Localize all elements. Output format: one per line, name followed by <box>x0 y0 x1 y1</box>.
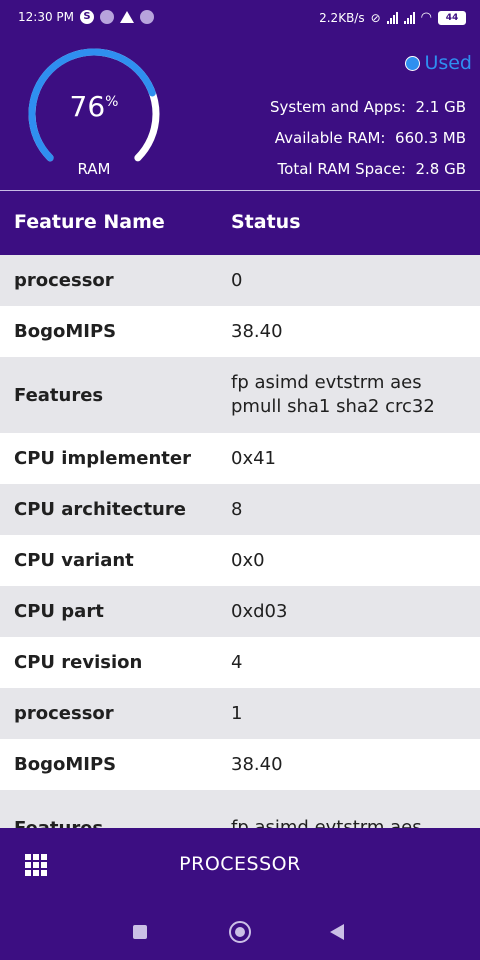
table-row: CPU part 0xd03 <box>0 586 480 637</box>
signal-icon <box>403 11 415 24</box>
clock: 12:30 PM <box>18 10 74 24</box>
table-row: processor 0 <box>0 255 480 306</box>
back-icon[interactable] <box>330 924 344 940</box>
feature-status: 0x41 <box>231 447 277 469</box>
feature-name-header: Feature Name <box>14 211 165 233</box>
notification-dot-icon <box>140 10 154 24</box>
battery-icon: 44 <box>438 10 466 25</box>
feature-status: fp asimd evtstrm aes <box>231 817 422 828</box>
feature-status: 0x0 <box>231 549 265 571</box>
network-speed: 2.2KB/s <box>319 10 365 25</box>
wifi-icon: ◠ <box>420 10 432 25</box>
feature-name: processor <box>14 703 114 724</box>
table-row: Features fp asimd evtstrm aes pmull sha1 … <box>0 357 480 433</box>
feature-status: 38.40 <box>231 753 283 775</box>
status-header: Status <box>231 211 301 233</box>
table-row: BogoMIPS 38.40 <box>0 739 480 790</box>
recents-icon[interactable] <box>133 925 147 939</box>
feature-status: 38.40 <box>231 320 283 342</box>
ram-stats: System and Apps: 2.1 GB Available RAM: 6… <box>270 92 466 185</box>
used-legend-label: Used <box>424 52 472 74</box>
feature-name: BogoMIPS <box>14 754 117 775</box>
feature-name: CPU implementer <box>14 448 191 469</box>
table-row: CPU implementer 0x41 <box>0 433 480 484</box>
status-bar: 12:30 PM S 2.2KB/s ⊘ ◠ 44 <box>0 0 480 36</box>
ram-percent: 76% <box>69 90 119 123</box>
feature-name: CPU part <box>14 601 104 622</box>
feature-name: processor <box>14 270 114 291</box>
feature-status: 0 <box>231 269 243 291</box>
table-row: Features fp asimd evtstrm aes <box>0 790 480 828</box>
feature-name: CPU architecture <box>14 499 186 520</box>
section-title: PROCESSOR <box>179 853 301 875</box>
table-row: processor 1 <box>0 688 480 739</box>
signal-icon <box>386 11 398 24</box>
table-row: CPU architecture 8 <box>0 484 480 535</box>
feature-status: fp asimd evtstrm aes pmull sha1 sha2 crc… <box>231 372 435 417</box>
skype-icon: S <box>80 10 94 24</box>
system-apps-stat: System and Apps: 2.1 GB <box>270 98 466 116</box>
table-row: CPU revision 4 <box>0 637 480 688</box>
system-nav-bar <box>0 902 480 960</box>
used-legend-dot <box>405 55 421 71</box>
notification-dot-icon <box>100 10 114 24</box>
feature-name: Features <box>14 817 104 829</box>
ram-summary: 76% RAM Used System and Apps: 2.1 GB Ava… <box>0 36 480 190</box>
table-header: Feature Name Status <box>0 191 480 255</box>
feature-list[interactable]: processor 0 BogoMIPS 38.40 Features fp asimd … <box>0 255 480 828</box>
feature-name: Features <box>14 384 104 406</box>
ram-label: RAM <box>77 160 111 178</box>
alarm-off-icon: ⊘ <box>370 10 381 25</box>
total-ram-stat: Total RAM Space: 2.8 GB <box>277 160 466 178</box>
feature-status: 1 <box>231 702 243 724</box>
used-legend: Used <box>405 52 472 74</box>
table-row: CPU variant 0x0 <box>0 535 480 586</box>
home-icon[interactable] <box>229 921 251 943</box>
feature-status: 4 <box>231 651 243 673</box>
available-ram-stat: Available RAM: 660.3 MB <box>274 129 466 147</box>
ram-gauge: 76% RAM <box>24 44 164 184</box>
feature-name: CPU variant <box>14 550 134 571</box>
feature-name: CPU revision <box>14 652 143 673</box>
feature-status: 0xd03 <box>231 600 288 622</box>
table-row: BogoMIPS 38.40 <box>0 306 480 357</box>
feature-name: BogoMIPS <box>14 321 117 342</box>
feature-status: 8 <box>231 498 243 520</box>
bottom-bar: PROCESSOR <box>0 828 480 902</box>
warning-icon <box>120 11 134 23</box>
